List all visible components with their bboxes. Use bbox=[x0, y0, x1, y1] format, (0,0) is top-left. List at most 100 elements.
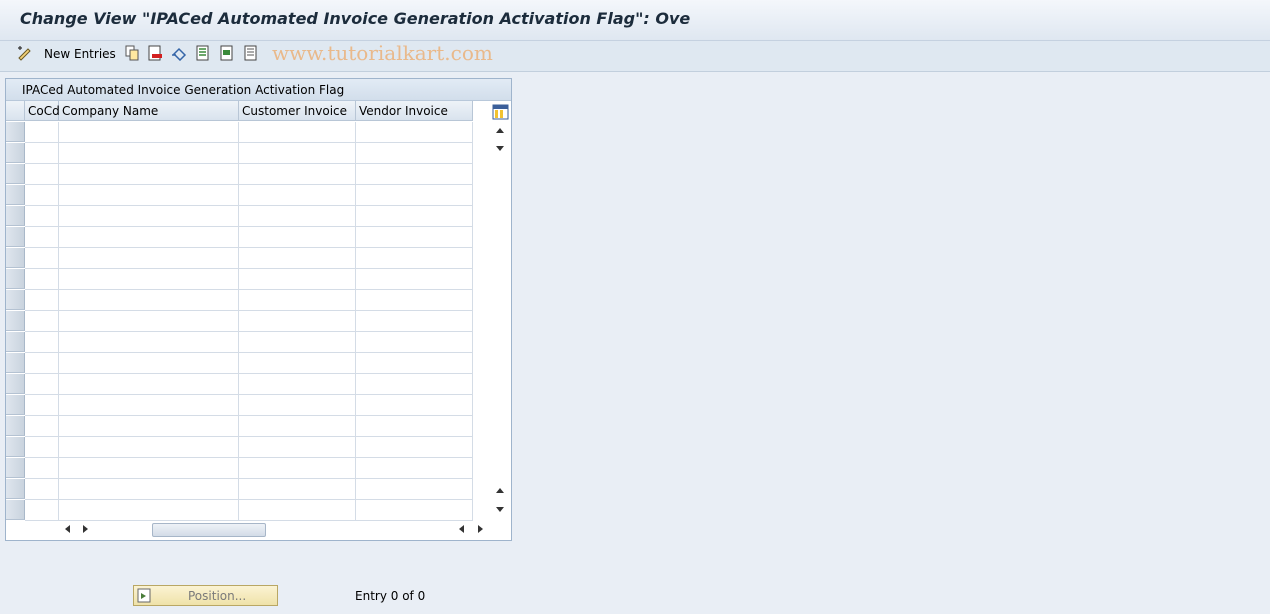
table-cell[interactable] bbox=[239, 206, 356, 227]
vertical-scrollbar[interactable] bbox=[492, 123, 509, 518]
table-cell[interactable] bbox=[25, 206, 59, 227]
table-cell[interactable] bbox=[25, 395, 59, 416]
row-selector[interactable] bbox=[6, 458, 25, 478]
row-selector[interactable] bbox=[6, 311, 25, 331]
table-settings-icon[interactable] bbox=[492, 104, 509, 120]
table-cell[interactable] bbox=[59, 500, 239, 521]
scroll-page-down-icon[interactable] bbox=[496, 146, 504, 151]
scroll-right-icon[interactable] bbox=[83, 525, 88, 533]
copy-icon[interactable] bbox=[124, 45, 140, 61]
table-cell[interactable] bbox=[239, 143, 356, 164]
row-selector[interactable] bbox=[6, 416, 25, 436]
table-cell[interactable] bbox=[239, 227, 356, 248]
table-cell[interactable] bbox=[356, 479, 473, 500]
table-cell[interactable] bbox=[59, 374, 239, 395]
row-selector[interactable] bbox=[6, 353, 25, 373]
table-cell[interactable] bbox=[25, 332, 59, 353]
table-cell[interactable] bbox=[356, 500, 473, 521]
table-cell[interactable] bbox=[239, 416, 356, 437]
table-cell[interactable] bbox=[239, 122, 356, 143]
horizontal-scrollbar[interactable] bbox=[60, 520, 490, 538]
row-selector[interactable] bbox=[6, 437, 25, 457]
row-selector[interactable] bbox=[6, 479, 25, 499]
table-cell[interactable] bbox=[239, 164, 356, 185]
table-cell[interactable] bbox=[239, 500, 356, 521]
table-cell[interactable] bbox=[59, 479, 239, 500]
scroll-down-icon[interactable] bbox=[496, 507, 504, 512]
table-cell[interactable] bbox=[25, 227, 59, 248]
table-cell[interactable] bbox=[59, 458, 239, 479]
table-cell[interactable] bbox=[356, 143, 473, 164]
table-cell[interactable] bbox=[25, 164, 59, 185]
table-cell[interactable] bbox=[25, 143, 59, 164]
table-cell[interactable] bbox=[25, 269, 59, 290]
select-all-icon[interactable] bbox=[195, 45, 211, 61]
table-cell[interactable] bbox=[25, 353, 59, 374]
scroll-page-up-icon[interactable] bbox=[496, 488, 504, 493]
table-cell[interactable] bbox=[59, 143, 239, 164]
table-cell[interactable] bbox=[59, 185, 239, 206]
table-cell[interactable] bbox=[239, 332, 356, 353]
table-cell[interactable] bbox=[59, 395, 239, 416]
horizontal-scroll-thumb[interactable] bbox=[152, 523, 266, 537]
scroll-right-end-icon[interactable] bbox=[478, 525, 483, 533]
row-selector[interactable] bbox=[6, 374, 25, 394]
table-cell[interactable] bbox=[59, 311, 239, 332]
undo-icon[interactable] bbox=[171, 45, 187, 61]
row-selector[interactable] bbox=[6, 332, 25, 352]
table-cell[interactable] bbox=[59, 416, 239, 437]
table-cell[interactable] bbox=[356, 164, 473, 185]
row-selector[interactable] bbox=[6, 290, 25, 310]
table-cell[interactable] bbox=[356, 332, 473, 353]
table-cell[interactable] bbox=[356, 416, 473, 437]
row-selector[interactable] bbox=[6, 227, 25, 247]
table-cell[interactable] bbox=[239, 458, 356, 479]
table-cell[interactable] bbox=[25, 437, 59, 458]
table-cell[interactable] bbox=[356, 374, 473, 395]
table-cell[interactable] bbox=[239, 185, 356, 206]
table-cell[interactable] bbox=[356, 290, 473, 311]
table-cell[interactable] bbox=[59, 164, 239, 185]
table-cell[interactable] bbox=[239, 290, 356, 311]
table-cell[interactable] bbox=[356, 311, 473, 332]
select-all-rows-button[interactable] bbox=[6, 101, 25, 121]
table-cell[interactable] bbox=[356, 185, 473, 206]
table-cell[interactable] bbox=[59, 122, 239, 143]
row-selector[interactable] bbox=[6, 164, 25, 184]
table-cell[interactable] bbox=[356, 458, 473, 479]
table-cell[interactable] bbox=[25, 458, 59, 479]
table-cell[interactable] bbox=[59, 248, 239, 269]
column-header-cocd[interactable]: CoCd bbox=[25, 101, 60, 121]
new-entries-button[interactable]: New Entries bbox=[44, 47, 116, 61]
table-cell[interactable] bbox=[356, 248, 473, 269]
table-cell[interactable] bbox=[239, 437, 356, 458]
row-selector[interactable] bbox=[6, 185, 25, 205]
table-cell[interactable] bbox=[356, 122, 473, 143]
scroll-left-icon[interactable] bbox=[65, 525, 70, 533]
row-selector[interactable] bbox=[6, 500, 25, 520]
table-cell[interactable] bbox=[239, 374, 356, 395]
table-cell[interactable] bbox=[356, 206, 473, 227]
table-cell[interactable] bbox=[25, 185, 59, 206]
table-cell[interactable] bbox=[25, 290, 59, 311]
table-cell[interactable] bbox=[25, 248, 59, 269]
column-header-company-name[interactable]: Company Name bbox=[59, 101, 239, 121]
column-header-customer-invoice[interactable]: Customer Invoice bbox=[239, 101, 356, 121]
table-cell[interactable] bbox=[59, 332, 239, 353]
table-cell[interactable] bbox=[239, 269, 356, 290]
table-cell[interactable] bbox=[356, 269, 473, 290]
position-button[interactable]: Position... bbox=[133, 585, 278, 606]
row-selector[interactable] bbox=[6, 248, 25, 268]
table-cell[interactable] bbox=[25, 500, 59, 521]
row-selector[interactable] bbox=[6, 206, 25, 226]
table-cell[interactable] bbox=[239, 353, 356, 374]
row-selector[interactable] bbox=[6, 143, 25, 163]
select-block-icon[interactable] bbox=[219, 45, 235, 61]
row-selector[interactable] bbox=[6, 122, 25, 142]
table-cell[interactable] bbox=[356, 437, 473, 458]
table-cell[interactable] bbox=[59, 290, 239, 311]
table-cell[interactable] bbox=[356, 227, 473, 248]
table-cell[interactable] bbox=[239, 479, 356, 500]
table-cell[interactable] bbox=[59, 437, 239, 458]
column-header-vendor-invoice[interactable]: Vendor Invoice bbox=[356, 101, 473, 121]
